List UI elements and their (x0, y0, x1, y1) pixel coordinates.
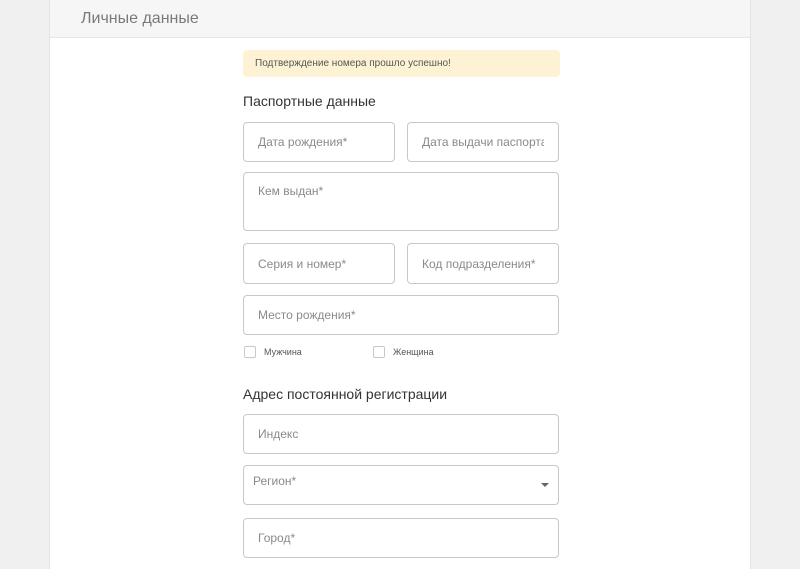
gender-male-checkbox[interactable] (244, 346, 256, 358)
series-number-input[interactable] (243, 243, 395, 284)
issue-date-input[interactable] (407, 122, 559, 162)
index-input[interactable] (243, 414, 559, 454)
birth-date-input[interactable] (243, 122, 395, 162)
region-select-label: Регион* (253, 474, 297, 488)
gender-female-checkbox[interactable] (373, 346, 385, 358)
card-header: Личные данные (50, 0, 750, 38)
region-select[interactable]: Регион* (243, 465, 559, 505)
page-title: Личные данные (81, 9, 199, 27)
caret-down-icon (541, 483, 549, 487)
address-section-title: Адрес постоянной регистрации (243, 386, 448, 402)
personal-data-form: Подтверждение номера прошло успешно! Пас… (243, 50, 560, 558)
success-alert: Подтверждение номера прошло успешно! (243, 50, 560, 77)
gender-female-label: Женщина (393, 347, 434, 357)
passport-section-title: Паспортные данные (243, 93, 376, 109)
gender-female-option[interactable]: Женщина (373, 346, 434, 358)
gender-male-option[interactable]: Мужчина (244, 346, 302, 358)
birth-place-input[interactable] (243, 295, 559, 335)
gender-male-label: Мужчина (264, 347, 302, 357)
city-input[interactable] (243, 518, 559, 558)
personal-data-card: Личные данные Подтверждение номера прошл… (49, 0, 751, 569)
success-alert-text: Подтверждение номера прошло успешно! (255, 58, 451, 69)
division-code-input[interactable] (407, 243, 559, 284)
issued-by-input[interactable] (243, 172, 559, 231)
